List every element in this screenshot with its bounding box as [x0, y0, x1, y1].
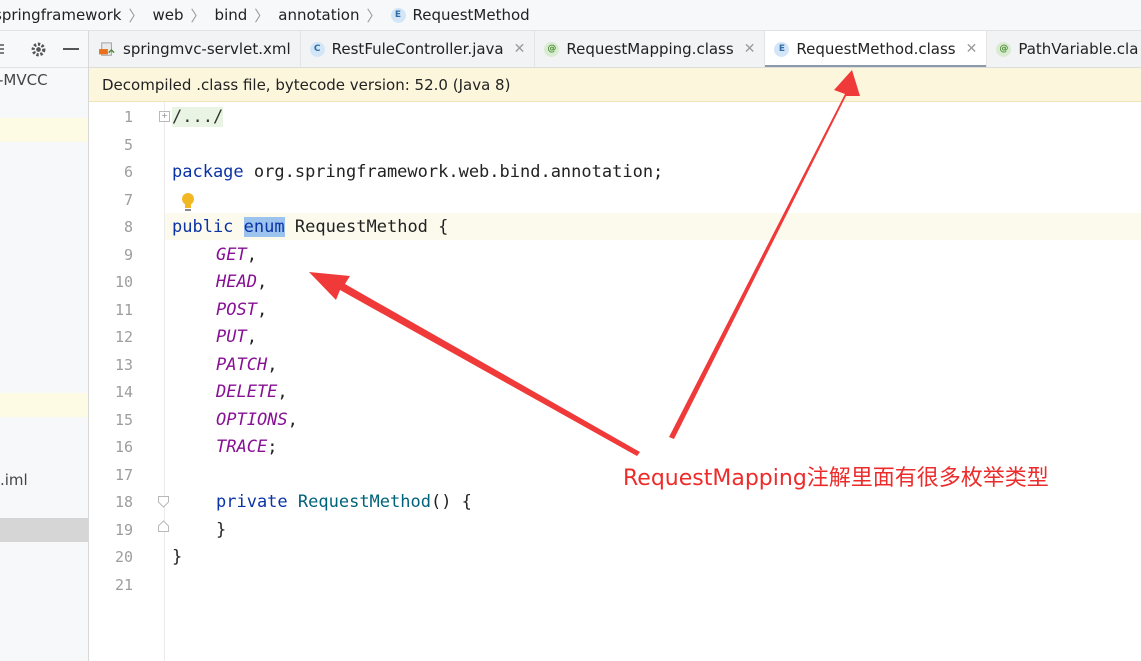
- arrow-to-constants: [309, 272, 640, 456]
- arrow-to-tab: [669, 70, 860, 439]
- annotation-text: RequestMapping注解里面有很多枚举类型: [623, 466, 1049, 491]
- annotation-arrows: [309, 70, 860, 456]
